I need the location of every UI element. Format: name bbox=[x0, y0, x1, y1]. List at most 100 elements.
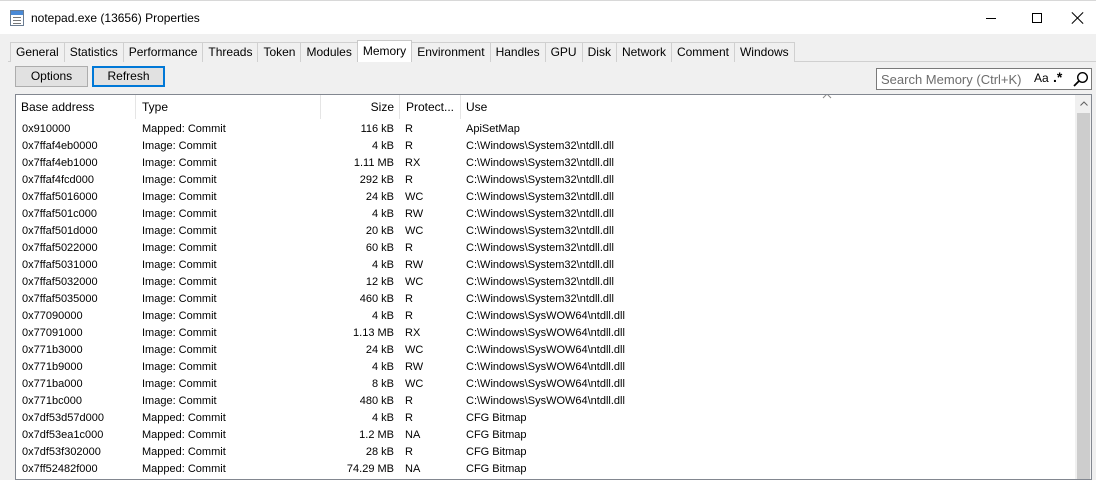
tab-gpu[interactable]: GPU bbox=[544, 42, 583, 62]
table-row[interactable]: 0x7df53ea1c000 Mapped: Commit 1.2 MB NA CFG … bbox=[16, 427, 1075, 444]
cell-base-address: 0x771bc000 bbox=[22, 395, 82, 407]
cell-type: Image: Commit bbox=[142, 310, 217, 322]
cell-base-address: 0x7ffaf501d000 bbox=[22, 225, 98, 237]
table-row[interactable]: 0x771b3000 Image: Commit 24 kB WC C:\Windows… bbox=[16, 342, 1075, 359]
title-bar[interactable]: notepad.exe (13656) Properties bbox=[0, 0, 1096, 34]
scrollbar-thumb[interactable] bbox=[1077, 113, 1090, 479]
cell-protection: WC bbox=[405, 191, 424, 203]
tab-network[interactable]: Network bbox=[615, 42, 672, 62]
memory-list[interactable]: Base address Type Size Protect... Use 0x… bbox=[15, 94, 1092, 480]
table-row[interactable]: 0x7ffaf4fcd000 Image: Commit 292 kB R C:\Win… bbox=[16, 172, 1075, 189]
table-row[interactable]: 0x7ff52482f000 Mapped: Commit 74.29 MB NA CF… bbox=[16, 461, 1075, 478]
refresh-button[interactable]: Refresh bbox=[92, 66, 165, 87]
cell-use: C:\Windows\System32\ntdll.dll bbox=[466, 276, 614, 288]
cell-size: 24 kB bbox=[365, 191, 394, 203]
close-button[interactable] bbox=[1060, 1, 1096, 35]
cell-use: CFG Bitmap bbox=[466, 429, 527, 441]
cell-type: Image: Commit bbox=[142, 361, 217, 373]
cell-size: 4 kB bbox=[371, 140, 394, 152]
tab-general[interactable]: General bbox=[10, 42, 65, 62]
cell-type: Image: Commit bbox=[142, 259, 217, 271]
table-row[interactable]: 0x771ba000 Image: Commit 8 kB WC C:\Windows\… bbox=[16, 376, 1075, 393]
cell-use: C:\Windows\SysWOW64\ntdll.dll bbox=[466, 310, 625, 322]
tab-strip: General Statistics Performance Threads Token… bbox=[10, 40, 795, 62]
tab-environment[interactable]: Environment bbox=[411, 42, 491, 62]
table-row[interactable]: 0x7ffaf4eb0000 Image: Commit 4 kB R C:\Windo… bbox=[16, 138, 1075, 155]
cell-base-address: 0x7ffaf5016000 bbox=[22, 191, 98, 203]
cell-base-address: 0x7ffaf5035000 bbox=[22, 293, 98, 305]
table-row[interactable]: 0x910000 Mapped: Commit 116 kB R ApiSetMap bbox=[16, 121, 1075, 138]
cell-use: CFG Bitmap bbox=[466, 412, 527, 424]
cell-size: 4 kB bbox=[371, 310, 394, 322]
cell-base-address: 0x7ffaf4eb1000 bbox=[22, 157, 98, 169]
cell-protection: RX bbox=[405, 327, 421, 339]
cell-base-address: 0x910000 bbox=[22, 123, 71, 135]
regex-toggle[interactable]: .* bbox=[1053, 69, 1062, 85]
tab-memory[interactable]: Memory bbox=[356, 40, 413, 62]
cell-type: Mapped: Commit bbox=[142, 446, 226, 458]
tab-disk[interactable]: Disk bbox=[581, 42, 617, 62]
options-button[interactable]: Options bbox=[15, 66, 88, 87]
table-row[interactable]: 0x7ffaf5032000 Image: Commit 12 kB WC C:\Win… bbox=[16, 274, 1075, 291]
cell-protection: R bbox=[405, 242, 413, 254]
vertical-scrollbar[interactable] bbox=[1075, 95, 1091, 479]
search-box: Aa .* bbox=[876, 68, 1092, 90]
table-row[interactable]: 0x77090000 Image: Commit 4 kB R C:\Windows\S… bbox=[16, 308, 1075, 325]
table-row[interactable]: 0x7ffaf501c000 Image: Commit 4 kB RW C:\Wind… bbox=[16, 206, 1075, 223]
cell-base-address: 0x77090000 bbox=[22, 310, 83, 322]
cell-protection: RW bbox=[405, 259, 424, 271]
tab-comment[interactable]: Comment bbox=[670, 42, 735, 62]
cell-use: C:\Windows\System32\ntdll.dll bbox=[466, 140, 614, 152]
table-row[interactable]: 0x7ffaf5022000 Image: Commit 60 kB R C:\Wind… bbox=[16, 240, 1075, 257]
column-header-use[interactable]: Use bbox=[461, 95, 1075, 119]
tab-modules[interactable]: Modules bbox=[300, 42, 358, 62]
column-header-type[interactable]: Type bbox=[137, 95, 321, 119]
cell-protection: R bbox=[405, 123, 413, 135]
cell-protection: R bbox=[405, 395, 413, 407]
tab-threads[interactable]: Threads bbox=[202, 42, 259, 62]
cell-type: Image: Commit bbox=[142, 174, 217, 186]
cell-protection: RW bbox=[405, 361, 424, 373]
tab-statistics[interactable]: Statistics bbox=[63, 42, 124, 62]
table-row[interactable]: 0x7ffaf5035000 Image: Commit 460 kB R C:\Win… bbox=[16, 291, 1075, 308]
column-header-protection[interactable]: Protect... bbox=[401, 95, 461, 119]
match-case-toggle[interactable]: Aa bbox=[1034, 71, 1049, 85]
cell-size: 4 kB bbox=[371, 361, 394, 373]
search-icon[interactable] bbox=[1072, 71, 1090, 87]
cell-base-address: 0x7ffaf4fcd000 bbox=[22, 174, 94, 186]
cell-type: Image: Commit bbox=[142, 208, 217, 220]
cell-size: 4 kB bbox=[371, 208, 394, 220]
cell-use: C:\Windows\SysWOW64\ntdll.dll bbox=[466, 378, 625, 390]
column-header-size[interactable]: Size bbox=[322, 95, 400, 119]
table-row[interactable]: 0x771bc000 Image: Commit 480 kB R C:\Windows… bbox=[16, 393, 1075, 410]
minimize-icon bbox=[986, 17, 996, 19]
tab-performance[interactable]: Performance bbox=[122, 42, 204, 62]
cell-base-address: 0x7ffaf5032000 bbox=[22, 276, 98, 288]
tab-handles[interactable]: Handles bbox=[489, 42, 546, 62]
table-row[interactable]: 0x7ffaf4eb1000 Image: Commit 1.11 MB RX C:\W… bbox=[16, 155, 1075, 172]
scroll-up-arrow[interactable] bbox=[1075, 95, 1091, 112]
table-row[interactable]: 0x7df53f302000 Mapped: Commit 28 kB R CFG Bi… bbox=[16, 444, 1075, 461]
table-row[interactable]: 0x7ffaf501d000 Image: Commit 20 kB WC C:\Win… bbox=[16, 223, 1075, 240]
maximize-button[interactable] bbox=[1014, 1, 1060, 35]
cell-protection: WC bbox=[405, 344, 424, 356]
table-row[interactable]: 0x7df53d57d000 Mapped: Commit 4 kB R CFG Bit… bbox=[16, 410, 1075, 427]
cell-size: 292 kB bbox=[359, 174, 394, 186]
table-row[interactable]: 0x771b9000 Image: Commit 4 kB RW C:\Windows\… bbox=[16, 359, 1075, 376]
minimize-button[interactable] bbox=[968, 1, 1014, 35]
table-row[interactable]: 0x7ffaf5016000 Image: Commit 24 kB WC C:\Win… bbox=[16, 189, 1075, 206]
cell-use: C:\Windows\SysWOW64\ntdll.dll bbox=[466, 361, 625, 373]
cell-base-address: 0x77091000 bbox=[22, 327, 83, 339]
tab-windows[interactable]: Windows bbox=[733, 42, 795, 62]
cell-base-address: 0x771ba000 bbox=[22, 378, 83, 390]
column-header-base-address[interactable]: Base address bbox=[16, 95, 136, 119]
cell-protection: WC bbox=[405, 225, 424, 237]
table-row[interactable]: 0x77091000 Image: Commit 1.13 MB RX C:\Windo… bbox=[16, 325, 1075, 342]
cell-size: 460 kB bbox=[359, 293, 394, 305]
cell-type: Image: Commit bbox=[142, 242, 217, 254]
table-row[interactable]: 0x7ffaf5031000 Image: Commit 4 kB RW C:\Wind… bbox=[16, 257, 1075, 274]
search-input[interactable] bbox=[877, 69, 1033, 89]
cell-type: Image: Commit bbox=[142, 327, 217, 339]
tab-token[interactable]: Token bbox=[257, 42, 302, 62]
cell-type: Image: Commit bbox=[142, 225, 217, 237]
